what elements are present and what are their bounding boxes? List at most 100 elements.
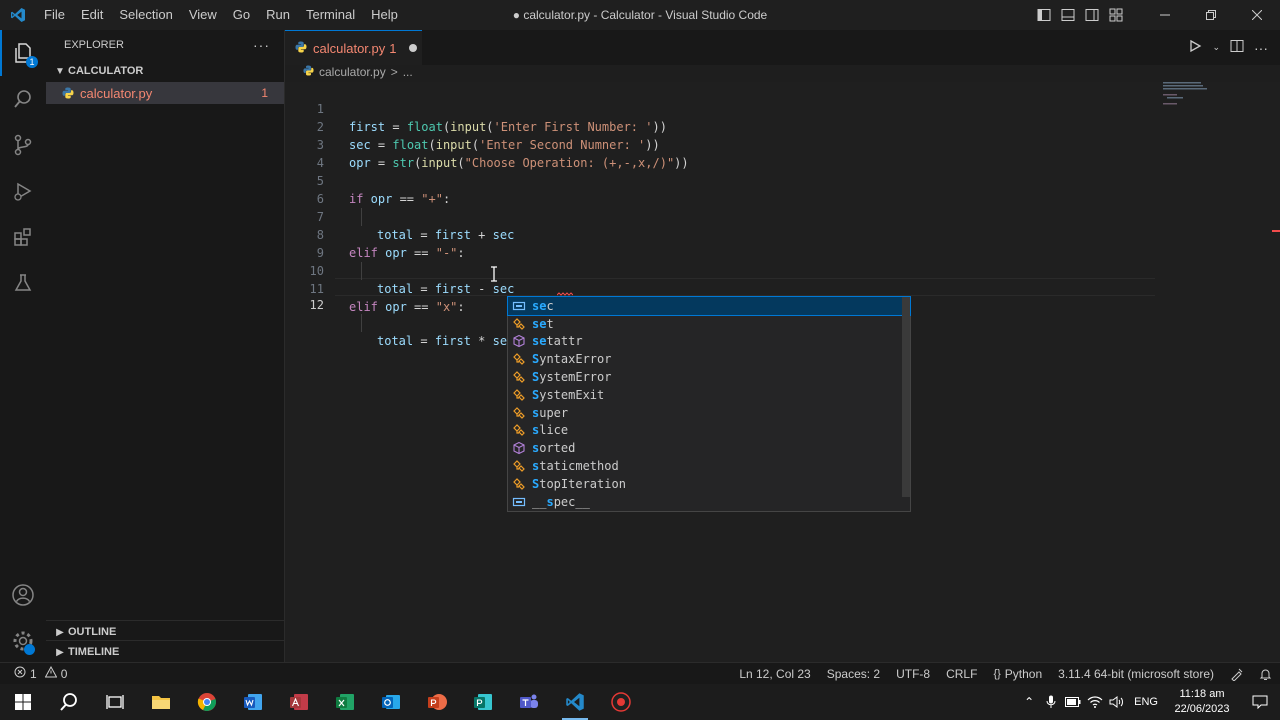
- volume-icon[interactable]: [1106, 684, 1128, 720]
- suggestion-item[interactable]: setattr: [508, 333, 910, 351]
- restore-icon[interactable]: [1188, 0, 1234, 30]
- run-file-icon[interactable]: [1188, 39, 1202, 56]
- code-line: 10: [285, 244, 1155, 278]
- publisher-icon[interactable]: [460, 684, 506, 720]
- suggestion-item[interactable]: StopIteration: [508, 475, 910, 493]
- minimap[interactable]: [1161, 82, 1221, 122]
- chevron-right-icon: ▶: [56, 626, 64, 638]
- title-bar: File Edit Selection View Go Run Terminal…: [0, 0, 1280, 30]
- more-actions-icon[interactable]: ···: [253, 37, 270, 53]
- encoding[interactable]: UTF-8: [888, 663, 938, 685]
- suggestions-scrollbar[interactable]: [902, 297, 910, 497]
- recorder-app-icon[interactable]: [598, 684, 644, 720]
- toggle-secondary-sidebar-icon[interactable]: [1080, 0, 1104, 30]
- autocomplete-suggestions: sec set setattr SyntaxError SystemError …: [507, 296, 911, 512]
- end-of-line[interactable]: CRLF: [938, 663, 985, 685]
- source-control-icon[interactable]: [0, 122, 46, 168]
- windows-start-icon[interactable]: [0, 684, 46, 720]
- chevron-up-icon[interactable]: ⌃: [1018, 684, 1040, 720]
- suggestion-item[interactable]: __spec__: [508, 493, 910, 511]
- explorer-icon[interactable]: 1: [0, 30, 46, 76]
- unsaved-dot-icon[interactable]: [408, 44, 417, 52]
- variable-icon: [511, 298, 527, 314]
- folder-header[interactable]: ▼ CALCULATOR: [46, 60, 284, 82]
- file-item-calculator[interactable]: calculator.py 1: [46, 82, 284, 104]
- testing-icon[interactable]: [0, 260, 46, 306]
- class-icon: [511, 458, 527, 474]
- suggestion-item[interactable]: SystemError: [508, 368, 910, 386]
- accounts-icon[interactable]: [0, 572, 46, 618]
- outline-label: OUTLINE: [68, 626, 117, 638]
- battery-icon[interactable]: [1062, 684, 1084, 720]
- python-interpreter[interactable]: 3.11.4 64-bit (microsoft store): [1050, 663, 1222, 685]
- clock[interactable]: 11:18 am 22/06/2023: [1164, 687, 1240, 717]
- word-icon[interactable]: [230, 684, 276, 720]
- minimize-icon[interactable]: [1142, 0, 1188, 30]
- suggestion-item[interactable]: sorted: [508, 439, 910, 457]
- toggle-primary-sidebar-icon[interactable]: [1032, 0, 1056, 30]
- suggestion-item[interactable]: SyntaxError: [508, 350, 910, 368]
- suggestion-item[interactable]: staticmethod: [508, 457, 910, 475]
- code-line: 2 sec = float(input('Enter Second Numner…: [285, 100, 1155, 152]
- chrome-icon[interactable]: [184, 684, 230, 720]
- scrollbar-error-marker: [1272, 230, 1280, 232]
- notification-center-icon[interactable]: [1240, 684, 1280, 720]
- manage-gear-icon[interactable]: [0, 618, 46, 664]
- vscode-taskbar-icon[interactable]: [552, 684, 598, 720]
- editor-more-actions-icon[interactable]: ···: [1254, 40, 1268, 56]
- split-editor-icon[interactable]: [1230, 39, 1244, 56]
- cursor-position[interactable]: Ln 12, Col 23: [731, 663, 818, 685]
- menu-run[interactable]: Run: [258, 0, 298, 30]
- excel-icon[interactable]: [322, 684, 368, 720]
- menu-selection[interactable]: Selection: [111, 0, 180, 30]
- teams-icon[interactable]: [506, 684, 552, 720]
- breadcrumb-file[interactable]: calculator.py: [319, 65, 386, 79]
- access-icon[interactable]: [276, 684, 322, 720]
- run-debug-icon[interactable]: [0, 168, 46, 214]
- variable-icon: [511, 494, 527, 510]
- timeline-label: TIMELINE: [68, 646, 120, 658]
- taskbar-search-icon[interactable]: [46, 684, 92, 720]
- suggestion-item[interactable]: set: [508, 315, 910, 333]
- class-icon: [511, 351, 527, 367]
- menu-terminal[interactable]: Terminal: [298, 0, 363, 30]
- file-problem-count: 1: [261, 86, 268, 100]
- class-icon: [511, 369, 527, 385]
- task-view-icon[interactable]: [92, 684, 138, 720]
- run-dropdown-chevron-icon[interactable]: ⌄: [1212, 42, 1220, 53]
- windows-taskbar: ⌃ ENG 11:18 am 22/06/2023: [0, 684, 1280, 720]
- code-line: 3 opr = str(input("Choose Operation: (+,…: [285, 118, 1155, 170]
- class-icon: [511, 316, 527, 332]
- suggestion-item[interactable]: super: [508, 404, 910, 422]
- breadcrumb-symbols[interactable]: ...: [403, 65, 413, 79]
- search-icon[interactable]: [0, 76, 46, 122]
- wifi-icon[interactable]: [1084, 684, 1106, 720]
- menu-view[interactable]: View: [181, 0, 225, 30]
- problems-indicator[interactable]: 1 0: [0, 665, 67, 681]
- microphone-icon[interactable]: [1040, 684, 1062, 720]
- timeline-section[interactable]: ▶ TIMELINE: [46, 641, 285, 663]
- indentation[interactable]: Spaces: 2: [819, 663, 888, 685]
- tab-calculator[interactable]: calculator.py 1: [285, 30, 422, 65]
- menu-edit[interactable]: Edit: [73, 0, 111, 30]
- suggestion-item[interactable]: SystemExit: [508, 386, 910, 404]
- outlook-icon[interactable]: [368, 684, 414, 720]
- menu-go[interactable]: Go: [225, 0, 258, 30]
- language-mode[interactable]: {} Python: [985, 663, 1050, 685]
- powerpoint-icon[interactable]: [414, 684, 460, 720]
- suggestion-item[interactable]: sec: [507, 296, 911, 316]
- file-explorer-icon[interactable]: [138, 684, 184, 720]
- customize-layout-icon[interactable]: [1104, 0, 1128, 30]
- feedback-icon[interactable]: [1222, 663, 1251, 685]
- extensions-icon[interactable]: [0, 214, 46, 260]
- menu-file[interactable]: File: [36, 0, 73, 30]
- menu-help[interactable]: Help: [363, 0, 406, 30]
- toggle-panel-icon[interactable]: [1056, 0, 1080, 30]
- file-name: calculator.py: [80, 85, 153, 101]
- input-language[interactable]: ENG: [1128, 696, 1164, 708]
- vscode-logo-icon[interactable]: [0, 0, 36, 30]
- notifications-bell-icon[interactable]: [1251, 663, 1280, 685]
- suggestion-item[interactable]: slice: [508, 422, 910, 440]
- close-icon[interactable]: [1234, 0, 1280, 30]
- tab-error-count: 1: [389, 40, 397, 56]
